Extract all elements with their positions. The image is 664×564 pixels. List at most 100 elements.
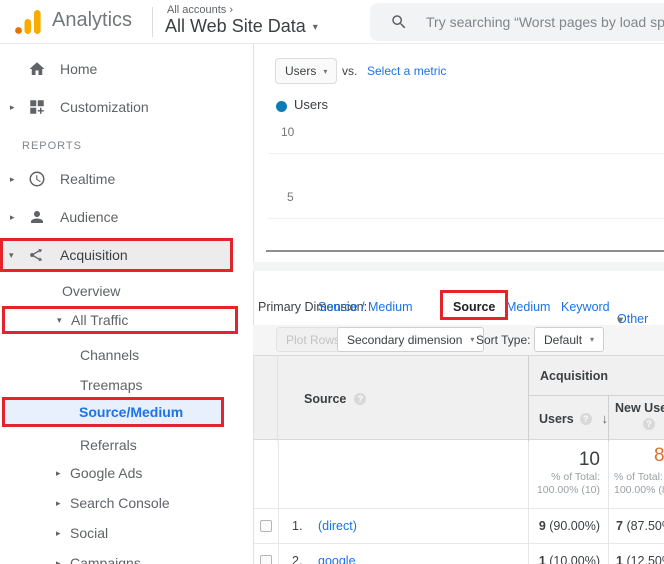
sidebar-item-treemaps[interactable]: Treemaps	[0, 372, 253, 398]
new-users-number: 7	[616, 519, 623, 533]
sidebar-item-google-ads[interactable]: ▸ Google Ads	[0, 460, 253, 486]
sidebar-item-label: Realtime	[60, 171, 115, 187]
sidebar-item-campaigns[interactable]: ▸ Campaigns	[0, 550, 253, 564]
sidebar-item-search-console[interactable]: ▸ Search Console	[0, 490, 253, 516]
y-axis-tick-10: 10	[281, 125, 294, 139]
source-link[interactable]: (direct)	[318, 519, 357, 533]
select-metric-link[interactable]: Select a metric	[367, 64, 446, 78]
sidebar-item-audience[interactable]: ▸ Audience	[0, 204, 253, 230]
caret-down-icon: ▾	[323, 67, 327, 76]
analytics-app: Analytics All accounts › All Web Site Da…	[0, 0, 664, 564]
new-users-value: 7 (87.50%)	[616, 519, 664, 533]
help-icon[interactable]: ?	[643, 418, 655, 430]
acquisition-icon	[28, 246, 46, 264]
dimension-tab-keyword[interactable]: Keyword	[561, 300, 610, 314]
sidebar-item-acquisition[interactable]: ▾ Acquisition	[0, 238, 233, 272]
new-users-pct: (12.50%)	[626, 554, 664, 564]
sidebar-item-customization[interactable]: ▸ Customization	[0, 94, 253, 120]
dimension-tab-source-medium[interactable]: Source / Medium	[318, 300, 412, 314]
secondary-dimension-button[interactable]: Secondary dimension ▾	[337, 327, 484, 352]
table-row: 1. (direct) 9 (90.00%) 7 (87.50%)	[254, 508, 664, 543]
expand-icon: ▸	[56, 558, 61, 564]
secondary-dimension-label: Secondary dimension	[347, 333, 462, 347]
users-number: 9	[539, 519, 546, 533]
column-header-source[interactable]: Source ?	[278, 356, 528, 441]
summary-new-users-pct-label: % of Total:	[614, 471, 664, 484]
x-axis-line	[266, 250, 664, 252]
sidebar-item-label: Home	[60, 61, 97, 77]
metric-selector-button[interactable]: Users ▾	[275, 58, 337, 84]
person-icon	[28, 208, 46, 226]
help-icon[interactable]: ?	[580, 413, 592, 425]
help-icon[interactable]: ?	[354, 393, 366, 405]
expand-icon: ▸	[10, 212, 15, 223]
expand-icon: ▸	[56, 498, 61, 509]
sidebar-item-label: Search Console	[70, 495, 170, 511]
row-index: 2.	[292, 554, 302, 564]
search-bar[interactable]: Try searching “Worst pages by load sp	[370, 3, 664, 41]
new-users-value: 1 (12.50%)	[616, 554, 664, 564]
legend-label: Users	[294, 97, 328, 112]
column-header-new-users[interactable]: New Users ?	[608, 396, 664, 441]
column-header-users[interactable]: Users ? ↓	[528, 396, 608, 441]
sidebar-item-label: Referrals	[80, 437, 137, 453]
sidebar-item-label: All Traffic	[71, 312, 128, 328]
new-users-pct: (87.50%)	[626, 519, 664, 533]
expand-icon: ▸	[56, 468, 61, 479]
header-checkbox-cell	[254, 356, 278, 441]
sidebar-item-overview[interactable]: Overview	[0, 278, 253, 304]
legend-dot-users	[276, 101, 287, 112]
collapse-icon: ▾	[9, 250, 14, 261]
dimension-tab-source-active[interactable]: Source	[440, 290, 508, 320]
sidebar-item-all-traffic[interactable]: ▾ All Traffic	[2, 306, 238, 334]
expand-icon: ▸	[56, 528, 61, 539]
caret-down-icon: ▾	[590, 335, 594, 344]
dimension-tab-medium[interactable]: Medium	[506, 300, 550, 314]
sidebar-item-social[interactable]: ▸ Social	[0, 520, 253, 546]
reports-section-label: REPORTS	[22, 140, 82, 152]
summary-users-pct-label: % of Total:	[528, 471, 600, 484]
table-row: 2. google 1 (10.00%) 1 (12.50%)	[254, 543, 664, 564]
sidebar-item-home[interactable]: Home	[0, 56, 253, 82]
gridline	[268, 153, 664, 154]
sidebar-item-source-medium[interactable]: Source/Medium	[2, 397, 224, 427]
gridline	[268, 218, 664, 219]
sidebar-item-realtime[interactable]: ▸ Realtime	[0, 166, 253, 192]
row-checkbox[interactable]	[260, 520, 272, 532]
sidebar-item-channels[interactable]: Channels	[0, 342, 253, 368]
search-placeholder: Try searching “Worst pages by load sp	[426, 14, 664, 30]
property-selector[interactable]: All Web Site Data▾	[165, 16, 318, 37]
plot-rows-label: Plot Rows	[286, 333, 340, 347]
sort-type-button[interactable]: Default ▾	[534, 327, 604, 352]
sidebar-item-label: Acquisition	[60, 247, 128, 263]
dimension-tab-label: Source	[453, 300, 495, 314]
top-header: Analytics All accounts › All Web Site Da…	[0, 0, 664, 44]
sidebar-item-label: Social	[70, 525, 108, 541]
column-header-label: New Users	[615, 401, 664, 415]
expand-icon: ▸	[10, 102, 15, 113]
customization-icon	[28, 98, 46, 116]
vs-label: vs.	[342, 64, 357, 78]
google-analytics-logo-icon[interactable]	[14, 8, 42, 36]
search-icon	[390, 13, 408, 31]
caret-down-icon: ▾	[313, 22, 318, 33]
sidebar-item-label: Google Ads	[70, 465, 142, 481]
column-header-label: Source	[304, 392, 346, 406]
section-divider	[253, 262, 664, 271]
sort-type-label: Sort Type:	[476, 333, 530, 347]
new-users-number: 1	[616, 554, 623, 564]
users-number: 1	[539, 554, 546, 564]
row-checkbox[interactable]	[260, 555, 272, 564]
users-value: 9 (90.00%)	[528, 519, 600, 533]
expand-icon: ▸	[10, 174, 15, 185]
source-link[interactable]: google	[318, 554, 356, 564]
data-table: Source ? Acquisition Users ? ↓ New Users…	[254, 355, 664, 564]
caret-down-icon: ▾	[470, 335, 474, 344]
sidebar-item-referrals[interactable]: Referrals	[0, 432, 253, 458]
breadcrumb[interactable]: All accounts ›	[167, 4, 233, 16]
summary-new-users-pct-value: 100.00% (8)	[614, 484, 664, 497]
sidebar-item-label: Customization	[60, 99, 149, 115]
sidebar-item-label: Source/Medium	[79, 404, 183, 420]
column-group-label: Acquisition	[540, 369, 608, 383]
table-toolbar: Plot Rows Secondary dimension ▾ Sort Typ…	[253, 325, 664, 355]
